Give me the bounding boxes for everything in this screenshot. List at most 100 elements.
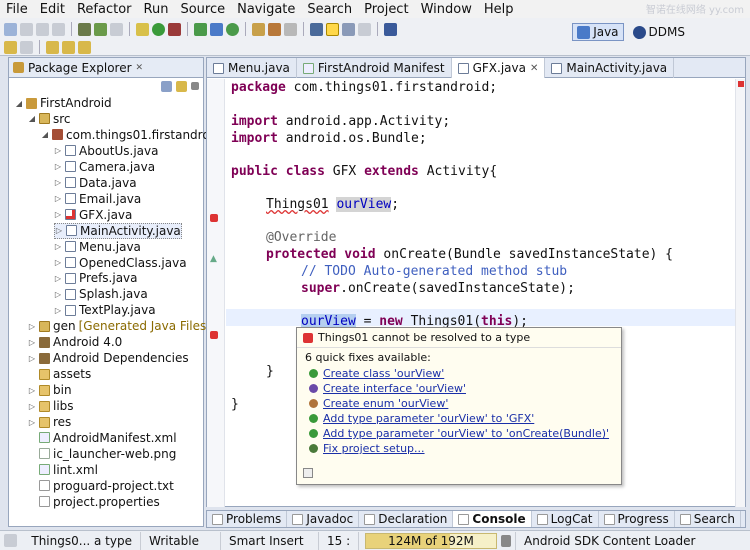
ddms-perspective-button[interactable]: DDMS [628,23,690,41]
tree-item[interactable]: ▷ Menu.java [54,239,141,255]
collapsed-twisty-icon[interactable]: ▷ [28,386,36,395]
collapse-all-icon[interactable] [161,80,172,92]
tree-item[interactable]: ▷ MainActivity.java [54,222,182,239]
tree-item[interactable]: ◢ FirstAndroid [15,95,112,111]
lint-icon[interactable] [110,22,123,36]
tree-item[interactable]: ▷ bin [28,382,72,398]
collapsed-twisty-icon[interactable]: ▷ [54,194,62,203]
menu-file[interactable]: File [0,2,34,17]
new-class-icon[interactable] [226,22,239,36]
tree-item[interactable]: ▷ Camera.java [54,159,155,175]
menu-navigate[interactable]: Navigate [231,2,301,17]
garbage-collect-icon[interactable] [501,534,511,547]
tree-item[interactable]: ▷ Email.java [54,191,141,207]
bottom-tab-search[interactable]: Search [675,511,741,527]
previous-annotation-icon[interactable] [20,40,33,54]
quick-fix-item[interactable]: Add type parameter 'ourView' to 'onCreat… [297,426,621,441]
collapsed-twisty-icon[interactable]: ▷ [28,354,36,363]
expanded-twisty-icon[interactable]: ◢ [15,99,23,108]
quick-fix-item[interactable]: Add type parameter 'ourView' to 'GFX' [297,411,621,426]
error-marker-icon[interactable] [210,214,218,222]
tree-item[interactable]: ▷ Splash.java [54,286,148,302]
error-summary-icon[interactable] [738,81,744,87]
close-tab-icon[interactable]: ✕ [530,63,538,74]
print-icon[interactable] [52,22,65,36]
tree-item[interactable]: ▷ Data.java [54,175,137,191]
quick-fix-item[interactable]: Fix project setup... [297,441,621,456]
bottom-tab-javadoc[interactable]: Javadoc [287,511,360,527]
collapsed-twisty-icon[interactable]: ▷ [54,258,62,267]
next-annotation-icon[interactable] [4,40,17,54]
collapsed-twisty-icon[interactable]: ▷ [28,402,36,411]
menu-search[interactable]: Search [301,2,358,17]
tree-item[interactable]: ▷ gen [Generated Java Files] [28,318,211,334]
tree-item[interactable]: lint.xml [28,462,98,478]
menu-edit[interactable]: Edit [34,2,71,17]
link-with-editor-icon[interactable] [176,80,187,92]
tree-item[interactable]: ◢ com.things01.firstandroid [41,127,221,143]
quick-fix-item[interactable]: Create enum 'ourView' [297,396,621,411]
menu-run[interactable]: Run [138,2,175,17]
editor-tab[interactable]: Menu.java [207,58,297,78]
collapsed-twisty-icon[interactable]: ▷ [28,338,36,347]
save-icon[interactable] [20,22,33,36]
android-avd-icon[interactable] [94,22,107,36]
collapsed-twisty-icon[interactable]: ▷ [54,178,62,187]
collapsed-twisty-icon[interactable]: ▷ [54,162,62,171]
search-toolbar-icon[interactable] [284,22,297,36]
menu-project[interactable]: Project [358,2,414,17]
expanded-twisty-icon[interactable]: ◢ [41,130,49,139]
editor-tab[interactable]: GFX.java ✕ [451,58,546,78]
collapsed-twisty-icon[interactable]: ▷ [54,274,62,283]
save-all-icon[interactable] [36,22,49,36]
close-icon[interactable]: ✕ [136,63,144,73]
back-icon[interactable] [62,40,75,54]
menu-window[interactable]: Window [415,2,478,17]
bottom-tab-declaration[interactable]: Declaration [359,511,454,527]
tree-item[interactable]: ▷ OpenedClass.java [54,255,187,271]
new-package-icon[interactable] [210,22,223,36]
menu-source[interactable]: Source [174,2,231,17]
tree-item[interactable]: ▷ Prefs.java [54,270,138,286]
editor-tab[interactable]: MainActivity.java [545,58,675,78]
heap-status[interactable]: 124M of 192M [365,532,497,549]
tree-item[interactable]: ▷ res [28,414,71,430]
view-menu-icon[interactable] [191,82,199,90]
debug-icon[interactable] [136,22,149,36]
bottom-tab-console[interactable]: Console [453,511,532,527]
tree-item[interactable]: ▷ GFX.java [54,207,132,223]
package-explorer-tab[interactable]: Package Explorer ✕ [9,58,203,78]
collapsed-twisty-icon[interactable]: ▷ [28,322,36,331]
editor-tab[interactable]: FirstAndroid Manifest [297,58,452,78]
tree-item[interactable]: ▷ TextPlay.java [54,302,156,318]
android-sdk-icon[interactable] [78,22,91,36]
java-perspective-button[interactable]: Java [572,23,624,41]
tree-item[interactable]: ▷ Android Dependencies [28,350,189,366]
tree-item[interactable]: ◢ src [28,111,71,127]
override-marker-icon[interactable]: ▲ [210,254,217,264]
collapsed-twisty-icon[interactable]: ▷ [55,226,63,235]
pin-icon[interactable] [384,22,397,36]
menu-refactor[interactable]: Refactor [71,2,138,17]
toggle-highlight-icon[interactable] [326,22,339,36]
popup-resize-icon[interactable] [303,468,313,478]
bottom-tab-logcat[interactable]: LogCat [532,511,599,527]
quick-fix-item[interactable]: Create interface 'ourView' [297,381,621,396]
toggle-mark-occurrences-icon[interactable] [310,22,323,36]
quick-fix-error-marker-icon[interactable] [210,331,218,339]
show-whitespace-icon[interactable] [342,22,355,36]
external-tools-icon[interactable] [168,22,181,36]
open-task-icon[interactable] [268,22,281,36]
collapsed-twisty-icon[interactable]: ▷ [54,210,62,219]
tree-item[interactable]: proguard-project.txt [28,478,174,494]
tree-item[interactable]: ic_launcher-web.png [28,446,176,462]
new-icon[interactable] [4,22,17,36]
run-icon[interactable] [152,22,165,36]
tree-item[interactable]: project.properties [28,494,160,510]
forward-icon[interactable] [78,40,91,54]
collapsed-twisty-icon[interactable]: ▷ [54,146,62,155]
quick-fix-item[interactable]: Create class 'ourView' [297,366,621,381]
last-edit-icon[interactable] [46,40,59,54]
new-java-project-icon[interactable] [194,22,207,36]
collapsed-twisty-icon[interactable]: ▷ [54,242,62,251]
